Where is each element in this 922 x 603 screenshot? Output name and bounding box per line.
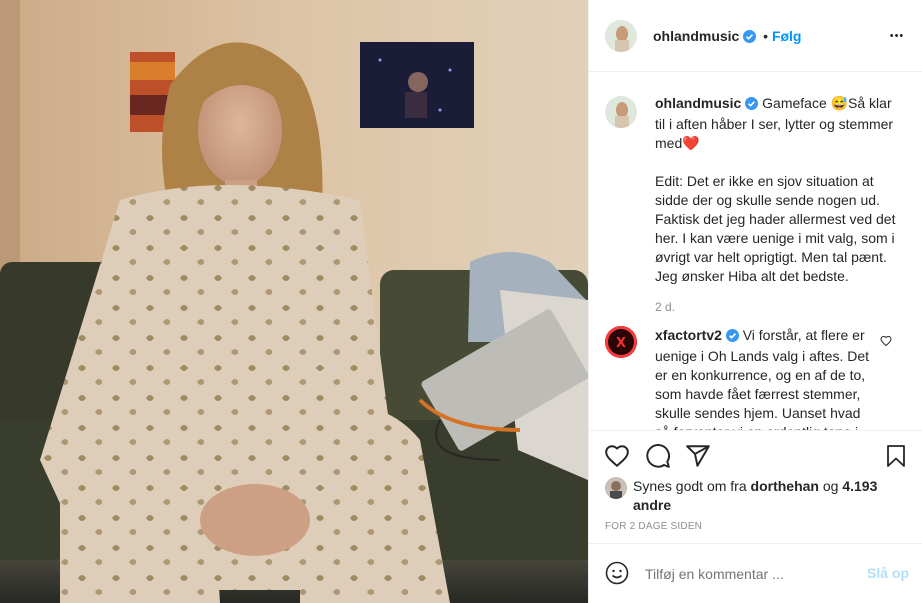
more-options-icon[interactable]: •••	[885, 26, 909, 46]
verified-badge-icon	[725, 328, 739, 347]
caption-username[interactable]: ohlandmusic	[655, 95, 741, 111]
like-heart-icon[interactable]	[604, 443, 630, 472]
more-options-label: •••	[889, 30, 905, 42]
verified-badge-icon	[743, 29, 757, 47]
comments-area[interactable]: ohlandmusic Gameface 😅Så klar til i afte…	[589, 72, 922, 430]
comment: xfactortv2 Vi forstår, at flere er uenig…	[655, 326, 875, 430]
post-timestamp[interactable]: FOR 2 DAGE SIDEN	[605, 521, 702, 532]
commenter-avatar-image: X	[605, 326, 637, 358]
post-side-panel: ohlandmusic • Følg ••• ohlandmusic Gamef…	[588, 0, 922, 603]
caption-text-part2: Edit: Det er ikke en sjov situation at s…	[655, 173, 896, 284]
likes-summary: Synes godt om fra dorthehan og 4.193 and…	[633, 477, 903, 515]
share-paper-plane-icon[interactable]	[685, 443, 711, 472]
follow-button[interactable]: Følg	[772, 28, 802, 44]
comment-bubble-icon[interactable]	[645, 443, 671, 472]
actions-section: Synes godt om fra dorthehan og 4.193 and…	[589, 430, 922, 543]
author-avatar-image	[605, 20, 637, 52]
photo-illustration	[0, 0, 588, 603]
commenter-avatar-text: X	[616, 336, 626, 351]
add-comment-bar: Slå op	[589, 543, 922, 603]
save-bookmark-icon[interactable]	[884, 443, 908, 472]
commenter-avatar[interactable]: X	[605, 326, 637, 358]
liker-avatar[interactable]	[605, 477, 627, 499]
post-header: ohlandmusic • Følg •••	[589, 0, 922, 72]
caption-avatar[interactable]	[605, 96, 637, 128]
likes-prefix: Synes godt om fra	[633, 478, 747, 494]
post-photo[interactable]	[0, 0, 588, 603]
author-avatar[interactable]	[605, 20, 637, 52]
comment-input[interactable]	[643, 562, 847, 586]
post-comment-button[interactable]: Slå op	[867, 565, 909, 581]
likes-user[interactable]: dorthehan	[751, 478, 819, 494]
caption: ohlandmusic Gameface 😅Så klar til i afte…	[655, 94, 905, 317]
likes-joiner: og	[822, 478, 839, 494]
comment-username[interactable]: xfactortv2	[655, 327, 722, 343]
follow-separator: •	[763, 28, 769, 44]
liker-avatar-image	[605, 477, 627, 499]
comment-like-icon[interactable]	[880, 334, 892, 350]
caption-time[interactable]: 2 d.	[655, 298, 905, 317]
author-username[interactable]: ohlandmusic	[653, 28, 739, 44]
emoji-smiley-icon[interactable]	[605, 561, 629, 588]
caption-avatar-image	[605, 96, 637, 128]
verified-badge-icon	[745, 96, 759, 115]
